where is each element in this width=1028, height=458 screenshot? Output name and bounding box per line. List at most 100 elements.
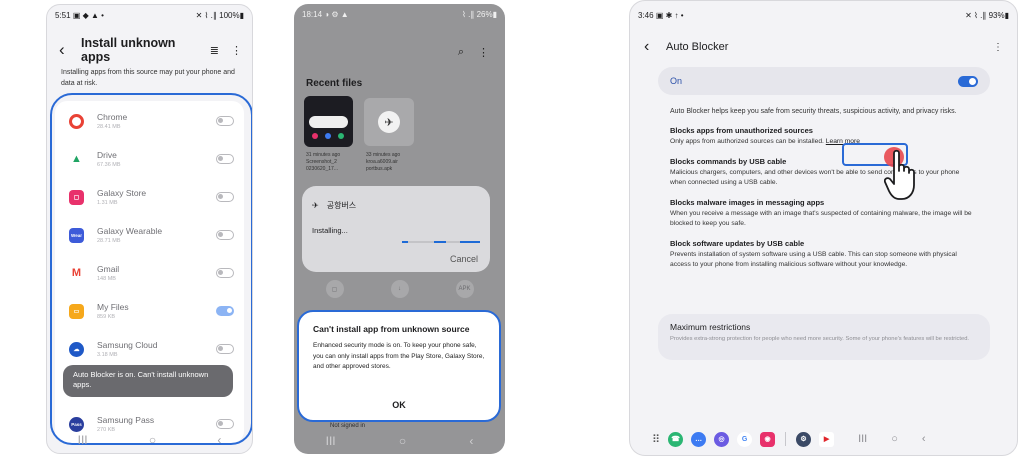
section-desc: When you receive a message with an image… (670, 209, 972, 228)
ok-button[interactable]: OK (299, 400, 499, 410)
max-desc: Provides extra-strong protection for peo… (670, 336, 970, 342)
search-icon[interactable]: ⌕ (458, 46, 464, 59)
maximum-restrictions-item[interactable]: Maximum restrictions Provides extra-stro… (658, 314, 990, 360)
apk-thumbnail[interactable]: ✈ (364, 98, 414, 146)
section-desc-text: Only apps from authorized sources can be… (670, 138, 824, 145)
airplane-icon: ✈ (312, 201, 319, 210)
cant-install-dialog: Can't install app from unknown source En… (297, 310, 501, 422)
category-shortcuts: ▢ ↓ APK (302, 280, 497, 308)
max-title: Maximum restrictions (670, 322, 751, 332)
downloads-icon[interactable]: ↓ (390, 280, 409, 298)
google-app-icon[interactable]: G (737, 431, 753, 447)
file-time: 33 minutes ago (366, 152, 401, 158)
feature-section: Block software updates by USB cable Prev… (670, 239, 976, 271)
back-icon[interactable]: ‹ (217, 433, 221, 447)
section-desc: Malicious chargers, computers, and other… (670, 168, 960, 187)
status-bar: 5:51 ▣ ◆ ▲ • ✕ ⌇ .∥ 100%▮ (47, 5, 252, 25)
status-bar: 18:14 ◑ ⚙ ▲ ⌇ .∥ 26%▮ (294, 4, 505, 24)
more-options-icon[interactable]: ⋮ (478, 46, 489, 59)
dialog-body: Enhanced security mode is on. To keep yo… (313, 342, 485, 370)
back-arrow-icon[interactable]: ‹ (59, 40, 77, 60)
feature-section: Blocks commands by USB cable Malicious c… (670, 157, 976, 189)
back-arrow-icon[interactable]: ‹ (644, 38, 666, 56)
app-bar: ‹ Auto Blocker ⋮ (644, 37, 1003, 57)
status-time: 3:46 (638, 10, 654, 20)
camera-app-icon[interactable]: ◉ (760, 431, 776, 447)
back-icon[interactable]: ‹ (922, 433, 926, 445)
home-icon[interactable]: ○ (149, 433, 156, 447)
status-icons: ◑ ⚙ ▲ (324, 9, 349, 19)
home-icon[interactable]: ○ (891, 433, 898, 445)
status-battery: ⌇ .∥ 26%▮ (462, 9, 497, 19)
file-caption: 31 minutes ago Screenshot_2 0230620_17..… (306, 152, 358, 173)
install-app-row: ✈ 공항버스 (312, 200, 356, 211)
progress-segment (434, 241, 446, 243)
section-title: Blocks malware images in messaging apps (670, 197, 825, 207)
back-icon[interactable]: ‹ (469, 434, 473, 448)
dialog-title: Can't install app from unknown source (313, 324, 470, 334)
progress-segment (402, 241, 408, 243)
thumbnail-dot (312, 133, 318, 139)
app-bar: ‹ Install unknown apps ≣ ⋮ (59, 36, 242, 64)
airplane-icon: ✈ (378, 111, 400, 133)
screenshot-thumbnail[interactable] (304, 96, 353, 147)
recents-icon[interactable]: III (78, 433, 88, 447)
more-options-icon[interactable]: ⋮ (993, 42, 1003, 53)
file-name: kroa.a6009.air portbus.apk (366, 159, 398, 172)
status-battery: ✕ ⌇ .∥ 93%▮ (965, 10, 1009, 20)
cancel-button[interactable]: Cancel (450, 254, 478, 264)
status-time: 18:14 (302, 9, 323, 19)
status-icons: ▣ ✱ ↑ • (655, 10, 684, 20)
auto-blocker-screen: 3:46 ▣ ✱ ↑ • ✕ ⌇ .∥ 93%▮ ‹ Auto Blocker … (629, 0, 1018, 456)
auto-blocker-master-toggle[interactable]: On (658, 67, 990, 95)
dock-divider (785, 432, 787, 446)
navigation-bar: III ○ ‹ (294, 428, 505, 454)
youtube-app-icon[interactable]: ▶ (819, 431, 835, 447)
search-list-icon[interactable]: ≣ (210, 44, 219, 57)
section-desc: Prevents installation of system software… (670, 250, 957, 269)
install-progress-bar (402, 241, 480, 243)
file-time: 31 minutes ago (306, 152, 341, 158)
feature-section: Blocks apps from unauthorized sources On… (670, 126, 976, 148)
auto-blocker-toast: Auto Blocker is on. Can't install unknow… (63, 365, 233, 397)
section-title: Blocks apps from unauthorized sources (670, 126, 813, 135)
home-icon[interactable]: ○ (399, 434, 406, 448)
file-caption: 33 minutes ago kroa.a6009.air portbus.ap… (366, 152, 418, 173)
file-name: Screenshot_2 0230620_17... (306, 159, 338, 172)
section-desc: Only apps from authorized sources can be… (670, 137, 976, 148)
taskbar: ⠿ ☎ … ◎ G ◉ ⚙ ▶ III ○ ‹ (652, 427, 995, 451)
documents-icon[interactable]: ▢ (325, 280, 344, 298)
navigation-bar: III ○ ‹ (47, 427, 252, 453)
feature-description: Auto Blocker helps keep you safe from se… (670, 107, 976, 280)
thumbnail-dot (338, 133, 344, 139)
status-icons: ▣ ◆ ▲ • (72, 10, 104, 20)
status-time: 5:51 (55, 10, 71, 20)
risk-description: Installing apps from this source may put… (61, 69, 235, 87)
on-label: On (670, 76, 683, 86)
page-title: Auto Blocker (666, 41, 729, 53)
top-actions: ⌕ ⋮ (458, 46, 489, 59)
page-title: Install unknown apps (81, 36, 176, 64)
status-bar: 3:46 ▣ ✱ ↑ • ✕ ⌇ .∥ 93%▮ (630, 5, 1017, 25)
recents-icon[interactable]: III (326, 434, 336, 448)
settings-app-icon[interactable]: ⚙ (796, 431, 812, 447)
pointing-hand-icon (884, 149, 915, 200)
installing-panel: ✈ 공항버스 Installing... Cancel (302, 186, 490, 272)
messages-app-icon[interactable]: … (691, 431, 707, 447)
phone-app-icon[interactable]: ☎ (668, 431, 684, 447)
feature-section: Blocks malware images in messaging apps … (670, 198, 976, 230)
intro-text: Auto Blocker helps keep you safe from se… (670, 108, 957, 115)
installing-label: Installing... (312, 226, 348, 235)
toggle-switch-on[interactable] (958, 75, 978, 87)
recent-files-heading: Recent files (306, 78, 363, 89)
install-app-name: 공항버스 (326, 201, 357, 210)
app-drawer-icon[interactable]: ⠿ (652, 433, 660, 446)
internet-app-icon[interactable]: ◎ (714, 431, 730, 447)
thumbnail-preview (309, 116, 348, 128)
install-unknown-apps-screen: 5:51 ▣ ◆ ▲ • ✕ ⌇ .∥ 100%▮ ‹ Install unkn… (46, 4, 253, 454)
more-options-icon[interactable]: ⋮ (231, 44, 242, 57)
status-battery: ✕ ⌇ .∥ 100%▮ (195, 10, 244, 20)
section-title: Block software updates by USB cable (670, 238, 805, 248)
installation-files-icon[interactable]: APK (455, 280, 474, 298)
recents-icon[interactable]: III (858, 433, 867, 445)
